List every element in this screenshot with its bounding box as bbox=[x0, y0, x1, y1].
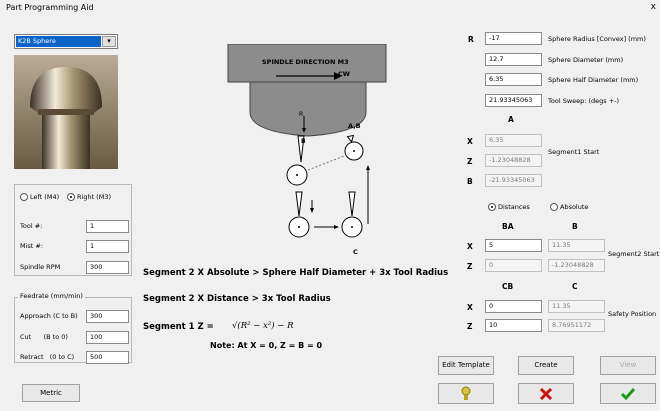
safety-x-absolute-value: 11.35 bbox=[548, 300, 605, 313]
right-radio[interactable] bbox=[67, 193, 75, 201]
b-label: B bbox=[301, 138, 306, 145]
left-radio[interactable] bbox=[20, 193, 28, 201]
tool-select[interactable]: K2B Sphere ▾ bbox=[14, 34, 118, 49]
edit-template-button[interactable]: Edit Template bbox=[438, 356, 494, 375]
cancel-button[interactable] bbox=[518, 383, 574, 404]
safety-x-label: X bbox=[467, 303, 473, 312]
r-label: R bbox=[299, 111, 303, 118]
create-button[interactable]: Create bbox=[518, 356, 574, 375]
seg1-b-label: B bbox=[467, 177, 473, 186]
spindle-rpm-input[interactable]: 300 bbox=[86, 261, 129, 274]
seg2-x-label: X bbox=[467, 242, 473, 251]
approach-input[interactable]: 300 bbox=[86, 310, 129, 323]
view-button[interactable]: View bbox=[600, 356, 656, 375]
spindle-rpm-label: Spindle RPM bbox=[20, 263, 61, 271]
col-c-header: C bbox=[572, 282, 578, 291]
safety-z-label: Z bbox=[467, 322, 473, 331]
formula-x-absolute: Segment 2 X Absolute > Sphere Half Diame… bbox=[143, 268, 449, 278]
sphere-diameter-label: Sphere Diameter (mm) bbox=[548, 56, 624, 64]
seg2-z-distance-value: 0 bbox=[485, 259, 542, 272]
col-cb-header: CB bbox=[502, 282, 514, 291]
sphere-radius-input[interactable]: -17 bbox=[485, 32, 542, 45]
lightbulb-icon bbox=[461, 386, 471, 400]
seg2-z-label: Z bbox=[467, 262, 473, 271]
seg1-z-value: -1.23048828 bbox=[485, 154, 542, 167]
tool-select-value: K2B Sphere bbox=[16, 36, 101, 47]
retract-label: Retract (0 to C) bbox=[20, 353, 75, 361]
left-radio-label: Left (M4) bbox=[30, 193, 60, 201]
seg2-x-absolute-value: 11.35 bbox=[548, 239, 605, 252]
sphere-half-diameter-input[interactable]: 6.35 bbox=[485, 73, 542, 86]
r-axis-label: R bbox=[468, 35, 474, 44]
safety-z-absolute-value: 8.76951172 bbox=[548, 319, 605, 332]
cancel-x-icon bbox=[539, 387, 553, 401]
distances-label: Distances bbox=[498, 203, 530, 211]
ab-label: A,B bbox=[348, 122, 361, 130]
window-title: Part Programming Aid bbox=[6, 3, 94, 12]
ok-button[interactable] bbox=[600, 383, 656, 404]
tool-number-input[interactable]: 1 bbox=[86, 220, 129, 233]
col-ba-header: BA bbox=[502, 222, 514, 231]
col-b-header: B bbox=[572, 222, 578, 231]
absolute-radio[interactable] bbox=[550, 203, 558, 211]
tool-path-diagram: SPINDLE DIRECTION M3 CW R B A,B C bbox=[227, 44, 387, 256]
feedrate-title: Feedrate (mm/min) bbox=[18, 292, 85, 300]
absolute-label: Absolute bbox=[560, 203, 589, 211]
seg2-x-distance-input[interactable]: 5 bbox=[485, 239, 542, 252]
cut-label: Cut (B to 0) bbox=[20, 333, 68, 341]
cut-input[interactable]: 100 bbox=[86, 331, 129, 344]
safety-position-label: Safety Position bbox=[608, 310, 657, 318]
mist-number-input[interactable]: 1 bbox=[86, 240, 129, 253]
spindle-direction-label: SPINDLE DIRECTION M3 bbox=[262, 58, 349, 66]
close-icon[interactable]: x bbox=[651, 2, 656, 12]
segment1-start-label: Segment1 Start bbox=[548, 148, 600, 156]
formula-x-distance: Segment 2 X Distance > 3x Tool Radius bbox=[143, 294, 331, 304]
retract-input[interactable]: 500 bbox=[86, 351, 129, 364]
checkmark-icon bbox=[620, 388, 636, 401]
c-label: C bbox=[353, 248, 358, 256]
chevron-down-icon[interactable]: ▾ bbox=[102, 36, 116, 47]
seg1-b-value: -21.93345063 bbox=[485, 174, 542, 187]
formula-note: Note: At X = 0, Z = B = 0 bbox=[210, 341, 323, 350]
tool-number-label: Tool #: bbox=[20, 222, 43, 230]
seg2-z-absolute-value: -1.23048828 bbox=[548, 259, 605, 272]
sphere-radius-label: Sphere Radius [Convex] (mm) bbox=[548, 35, 646, 43]
safety-x-distance-input[interactable]: 0 bbox=[485, 300, 542, 313]
tool-photo bbox=[14, 55, 118, 169]
approach-label: Approach (C to B) bbox=[20, 312, 78, 320]
sphere-half-diameter-label: Sphere Half Diameter (mm) bbox=[548, 76, 639, 84]
right-radio-label: Right (M3) bbox=[77, 193, 111, 201]
safety-z-distance-input[interactable]: 10 bbox=[485, 319, 542, 332]
distances-radio[interactable] bbox=[488, 203, 496, 211]
segment2-start-label: Segment2 Start bbox=[608, 250, 660, 258]
formula-z-lhs: Segment 1 Z = bbox=[143, 322, 214, 332]
col-a-header: A bbox=[508, 115, 514, 124]
cw-label: CW bbox=[338, 70, 350, 78]
seg1-z-label: Z bbox=[467, 157, 473, 166]
metric-button[interactable]: Metric bbox=[22, 384, 80, 402]
hint-button[interactable] bbox=[438, 383, 494, 404]
formula-z-rhs: √(R² − x²) − R bbox=[232, 321, 294, 331]
tool-sweep-label: Tool Sweep: (degs +-) bbox=[548, 97, 620, 105]
seg1-x-value: 6.35 bbox=[485, 134, 542, 147]
seg1-x-label: X bbox=[467, 137, 473, 146]
sphere-diameter-input[interactable]: 12.7 bbox=[485, 53, 542, 66]
mist-number-label: Mist #: bbox=[20, 242, 44, 250]
tool-sweep-input[interactable]: 21.93345063 bbox=[485, 94, 542, 107]
